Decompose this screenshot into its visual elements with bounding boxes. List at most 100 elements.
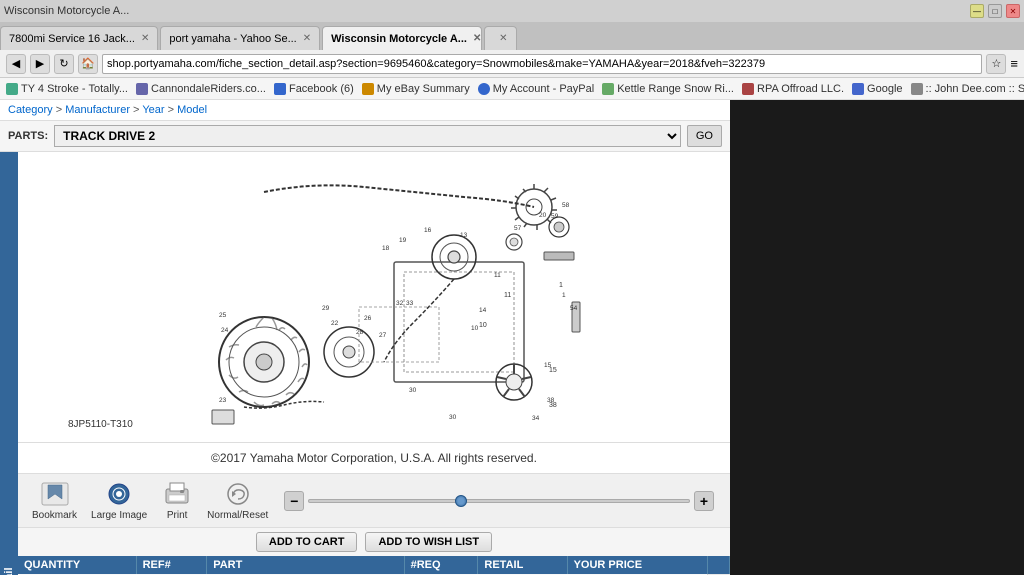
- svg-text:38: 38: [547, 397, 555, 404]
- bookmark-label: Bookmark: [32, 510, 77, 521]
- bookmark-3-label: Facebook (6): [289, 83, 354, 95]
- maximize-button[interactable]: □: [988, 4, 1002, 18]
- tab-4-close[interactable]: ✕: [499, 33, 507, 44]
- bookmark-5[interactable]: My Account - PayPal: [478, 83, 595, 95]
- tab-2[interactable]: port yamaha - Yahoo Se... ✕: [160, 26, 320, 50]
- main-container: Category > Manufacturer > Year > Model P…: [0, 100, 730, 575]
- part-number-label: 8JP5110-T310: [68, 419, 133, 430]
- bookmark-1-icon: [6, 83, 18, 95]
- svg-text:1: 1: [559, 282, 563, 289]
- svg-text:22: 22: [331, 320, 339, 327]
- svg-text:11: 11: [504, 292, 511, 299]
- address-bar[interactable]: [102, 54, 982, 74]
- bookmark-3-icon: [274, 83, 286, 95]
- bookmark-9[interactable]: :: John Dee.com :: Sn...: [911, 83, 1024, 95]
- svg-text:29: 29: [322, 305, 330, 312]
- svg-text:32: 32: [396, 300, 404, 307]
- svg-text:23: 23: [219, 397, 227, 404]
- add-to-cart-button[interactable]: ADD TO CART: [256, 532, 358, 552]
- svg-text:14: 14: [479, 307, 487, 314]
- back-button[interactable]: ◀: [6, 54, 26, 74]
- breadcrumb-year[interactable]: Year: [142, 104, 164, 116]
- bookmark-star[interactable]: ☆: [986, 54, 1006, 74]
- bookmark-button[interactable]: Bookmark: [26, 478, 83, 523]
- bookmark-4[interactable]: My eBay Summary: [362, 83, 470, 95]
- svg-text:20: 20: [539, 212, 547, 219]
- print-label: Print: [167, 510, 188, 521]
- tab-4[interactable]: ✕: [484, 26, 516, 50]
- bookmarks-bar: TY 4 Stroke - Totally... CannondaleRider…: [0, 78, 1024, 100]
- copyright-text: ©2017 Yamaha Motor Corporation, U.S.A. A…: [18, 442, 730, 473]
- large-image-button[interactable]: Large Image: [85, 478, 153, 523]
- col-quantity: QUANTITY: [18, 556, 136, 574]
- tab-2-close[interactable]: ✕: [303, 33, 311, 44]
- tab-1-label: 7800mi Service 16 Jack...: [9, 33, 135, 45]
- tab-3[interactable]: Wisconsin Motorcycle A... ✕: [322, 26, 482, 50]
- zoom-slider: − +: [276, 491, 722, 511]
- svg-text:34: 34: [532, 415, 540, 422]
- bookmark-5-label: My Account - PayPal: [493, 83, 595, 95]
- bookmark-5-icon: [478, 83, 490, 95]
- diagram-area: 1 11 10 15 38: [18, 152, 730, 442]
- parts-detail-label: Parts Detail: [0, 152, 18, 575]
- parts-header: PARTS: TRACK DRIVE 2 GO: [0, 121, 730, 152]
- large-image-icon: [103, 480, 135, 508]
- bookmark-1[interactable]: TY 4 Stroke - Totally...: [6, 83, 128, 95]
- parts-diagram: 1 11 10 15 38: [164, 162, 584, 432]
- bookmark-2[interactable]: CannondaleRiders.co...: [136, 83, 266, 95]
- svg-text:11: 11: [494, 272, 501, 279]
- breadcrumb-model[interactable]: Model: [177, 104, 207, 116]
- bookmark-1-label: TY 4 Stroke - Totally...: [21, 83, 128, 95]
- normal-reset-icon: [222, 480, 254, 508]
- bookmark-8[interactable]: Google: [852, 83, 902, 95]
- zoom-plus-button[interactable]: +: [694, 491, 714, 511]
- bookmark-7[interactable]: RPA Offroad LLC.: [742, 83, 844, 95]
- svg-text:19: 19: [399, 237, 407, 244]
- tab-3-close[interactable]: ✕: [473, 33, 481, 44]
- bookmark-8-label: Google: [867, 83, 902, 95]
- col-scroll: [707, 556, 729, 574]
- bookmark-6[interactable]: Kettle Range Snow Ri...: [602, 83, 734, 95]
- bookmark-2-icon: [136, 83, 148, 95]
- svg-text:1: 1: [562, 292, 566, 299]
- zoom-thumb[interactable]: [455, 495, 467, 507]
- tab-1-close[interactable]: ✕: [141, 33, 149, 44]
- svg-text:26: 26: [364, 315, 372, 322]
- col-ref: REF#: [136, 556, 207, 574]
- col-retail: RETAIL: [478, 556, 567, 574]
- add-to-wish-list-button[interactable]: ADD TO WISH LIST: [365, 532, 492, 552]
- breadcrumb: Category > Manufacturer > Year > Model: [0, 100, 730, 121]
- col-your-price: YOUR PRICE: [567, 556, 707, 574]
- breadcrumb-manufacturer[interactable]: Manufacturer: [65, 104, 130, 116]
- svg-text:58: 58: [562, 202, 570, 209]
- svg-text:15: 15: [544, 362, 552, 369]
- refresh-button[interactable]: ↻: [54, 54, 74, 74]
- tab-1[interactable]: 7800mi Service 16 Jack... ✕: [0, 26, 158, 50]
- bookmark-4-label: My eBay Summary: [377, 83, 470, 95]
- menu-button[interactable]: ≡: [1010, 56, 1018, 71]
- normal-reset-button[interactable]: Normal/Reset: [201, 478, 274, 523]
- bookmark-3[interactable]: Facebook (6): [274, 83, 354, 95]
- parts-go-button[interactable]: GO: [687, 125, 722, 147]
- nav-bar: ◀ ▶ ↻ 🏠 ☆ ≡: [0, 50, 1024, 78]
- bookmark-7-icon: [742, 83, 754, 95]
- bookmark-6-label: Kettle Range Snow Ri...: [617, 83, 734, 95]
- minimize-button[interactable]: —: [970, 4, 984, 18]
- forward-button[interactable]: ▶: [30, 54, 50, 74]
- bookmark-9-label: :: John Dee.com :: Sn...: [926, 83, 1024, 95]
- zoom-track[interactable]: [308, 499, 690, 503]
- print-button[interactable]: Print: [155, 478, 199, 523]
- tab-3-label: Wisconsin Motorcycle A...: [331, 33, 467, 45]
- bookmark-2-label: CannondaleRiders.co...: [151, 83, 266, 95]
- bookmark-7-label: RPA Offroad LLC.: [757, 83, 844, 95]
- home-button[interactable]: 🏠: [78, 54, 98, 74]
- zoom-minus-button[interactable]: −: [284, 491, 304, 511]
- parts-label: PARTS:: [8, 130, 48, 142]
- close-button[interactable]: ✕: [1006, 4, 1020, 18]
- print-icon: [161, 480, 193, 508]
- col-part: PART: [207, 556, 404, 574]
- breadcrumb-category[interactable]: Category: [8, 104, 53, 116]
- parts-select[interactable]: TRACK DRIVE 2: [54, 125, 681, 147]
- svg-text:13: 13: [460, 232, 468, 239]
- svg-text:57: 57: [514, 225, 522, 232]
